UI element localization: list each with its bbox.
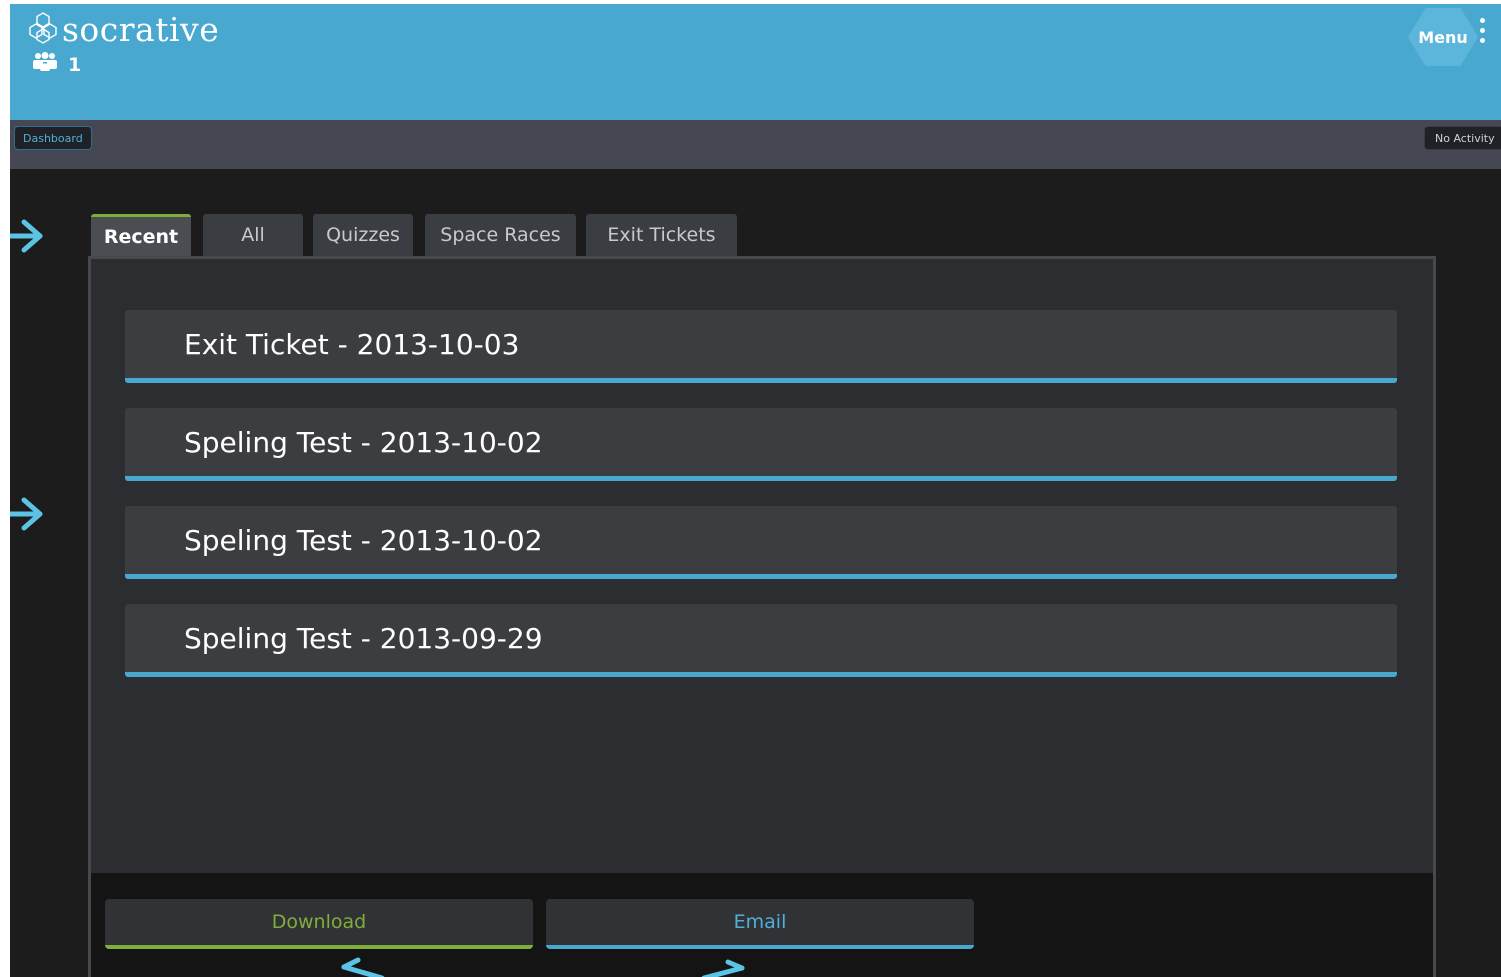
report-item[interactable]: Exit Ticket - 2013-10-03 <box>125 310 1397 383</box>
tab-all[interactable]: All <box>203 214 303 256</box>
status-bar: Dashboard No Activity <box>10 120 1501 169</box>
report-item[interactable]: Speling Test - 2013-09-29 <box>125 604 1397 677</box>
annotation-arrow-icon <box>10 219 43 253</box>
socrative-app: socrative 1 Menu Dashboard No Activity R… <box>10 4 1501 977</box>
action-bar: Download Email <box>91 873 1433 977</box>
logo-text: socrative <box>62 10 220 49</box>
hexagon-cluster-icon <box>28 11 58 49</box>
student-count: 1 <box>32 52 81 77</box>
tab-exit-tickets[interactable]: Exit Tickets <box>586 214 737 256</box>
menu-button[interactable]: Menu <box>1408 8 1478 66</box>
dashboard-button[interactable]: Dashboard <box>14 126 92 150</box>
students-icon <box>32 52 58 77</box>
more-vertical-icon[interactable] <box>1480 18 1485 43</box>
tab-recent[interactable]: Recent <box>91 214 191 256</box>
annotation-arrow-icon <box>10 497 43 531</box>
student-count-value: 1 <box>68 53 82 76</box>
download-button[interactable]: Download <box>105 899 533 949</box>
tab-quizzes[interactable]: Quizzes <box>313 214 413 256</box>
report-item[interactable]: Speling Test - 2013-10-02 <box>125 506 1397 579</box>
top-header: socrative 1 Menu <box>10 4 1501 120</box>
annotation-arrow-icon <box>341 957 385 977</box>
report-item[interactable]: Speling Test - 2013-10-02 <box>125 408 1397 481</box>
socrative-logo[interactable]: socrative <box>28 10 219 49</box>
activity-status-badge: No Activity <box>1424 126 1501 150</box>
reports-panel: Exit Ticket - 2013-10-03 Speling Test - … <box>88 256 1436 977</box>
annotation-arrow-icon <box>701 959 745 977</box>
tab-space-races[interactable]: Space Races <box>425 214 576 256</box>
email-button[interactable]: Email <box>546 899 974 949</box>
